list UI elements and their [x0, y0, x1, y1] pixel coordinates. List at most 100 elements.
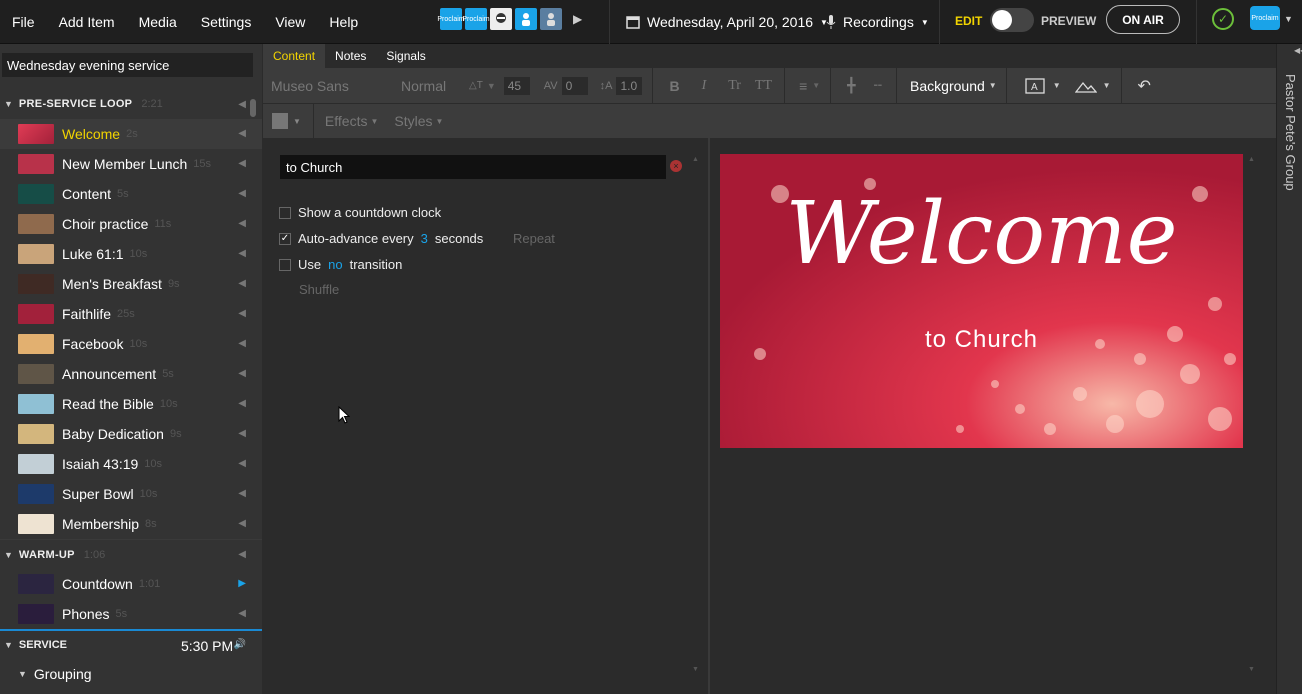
color-swatch[interactable] — [272, 113, 288, 129]
italic-button[interactable]: I — [702, 78, 707, 94]
speaker-icon[interactable]: ◀ — [238, 308, 246, 319]
transition-type-link[interactable]: no — [328, 257, 342, 272]
speaker-icon[interactable]: ◀ — [238, 458, 246, 469]
menu-add-item[interactable]: Add Item — [47, 0, 127, 44]
slide-item[interactable]: Faithlife 25s ◀ — [0, 299, 262, 329]
menu-media[interactable]: Media — [127, 0, 189, 44]
slide-item[interactable]: Announcement 5s ◀ — [0, 359, 262, 389]
menu-view[interactable]: View — [263, 0, 317, 44]
text-box-icon[interactable]: A — [1025, 77, 1045, 94]
proclaim-slide-icon[interactable]: Proclaim — [437, 8, 465, 30]
speaker-icon[interactable]: ◀ — [238, 608, 246, 619]
auto-advance-seconds-link[interactable]: 3 — [421, 231, 428, 246]
section-service[interactable]: ▼ SERVICE 5:30 PM 🔊 — [0, 629, 262, 659]
sidebar-scrollbar[interactable] — [250, 99, 256, 694]
scroll-up-icon[interactable]: ▲ — [692, 156, 699, 163]
section-pre-service-loop[interactable]: ▼ PRE-SERVICE LOOP 2:21 ◀ — [0, 89, 262, 119]
undo-icon[interactable]: ↶ — [1138, 76, 1151, 96]
background-menu[interactable]: Background — [910, 78, 985, 94]
effects-menu[interactable]: Effects — [325, 113, 368, 129]
group-rail[interactable]: ◀◀ Pastor Pete's Group — [1276, 44, 1302, 694]
slide-item[interactable]: Countdown 1:01 ▶ — [0, 569, 262, 599]
speaker-icon[interactable]: ◀ — [238, 218, 246, 229]
expand-arrow-icon[interactable]: ◀◀ — [1294, 46, 1302, 55]
bold-button[interactable]: B — [669, 78, 679, 94]
transition-option[interactable]: Use no transition — [279, 257, 402, 272]
scroll-down-icon[interactable]: ▼ — [692, 666, 699, 673]
collapse-triangle-icon[interactable]: ▼ — [4, 550, 13, 560]
grouping-row[interactable]: ▼ Grouping — [18, 662, 92, 686]
section-warm-up[interactable]: ▼ WARM-UP 1:06 ◀ — [0, 539, 262, 569]
speaker-icon[interactable]: ◀ — [238, 398, 246, 409]
play-active-icon[interactable]: ▶ — [238, 578, 246, 589]
photo-icon[interactable] — [490, 8, 512, 30]
speaker-icon[interactable]: ◀ — [238, 278, 246, 289]
align-horizontal-icon[interactable]: ╌ — [874, 77, 882, 94]
shuffle-toggle[interactable]: Shuffle — [299, 282, 339, 297]
tab-signals[interactable]: Signals — [376, 44, 435, 68]
on-air-button[interactable]: ON AIR — [1106, 5, 1180, 34]
account-menu[interactable]: Proclaim — [1250, 6, 1280, 30]
scroll-up-icon[interactable]: ▲ — [1248, 156, 1255, 163]
service-name-input[interactable] — [2, 53, 253, 77]
title-case-button[interactable]: Tr — [728, 78, 741, 94]
speaker-active-icon[interactable]: 🔊 — [234, 639, 246, 650]
font-size-input[interactable]: 45 — [503, 76, 530, 95]
recordings-menu[interactable]: Recordings ▼ — [826, 0, 929, 44]
collapse-triangle-icon[interactable]: ▼ — [18, 669, 27, 679]
slide-item[interactable]: Facebook 10s ◀ — [0, 329, 262, 359]
speaker-icon[interactable]: ◀ — [238, 99, 246, 110]
countdown-option[interactable]: Show a countdown clock — [279, 205, 441, 220]
line-height-input[interactable]: 1.0 — [616, 76, 643, 95]
tab-content[interactable]: Content — [263, 44, 326, 68]
slide-item[interactable]: Baby Dedication 9s ◀ — [0, 419, 262, 449]
speaker-icon[interactable]: ◀ — [238, 338, 246, 349]
repeat-toggle[interactable]: Repeat — [513, 231, 555, 246]
font-weight-select[interactable]: Normal — [401, 78, 469, 94]
letter-spacing-input[interactable]: 0 — [561, 76, 588, 95]
speaker-icon[interactable]: ◀ — [238, 158, 246, 169]
slide-item[interactable]: Super Bowl 10s ◀ — [0, 479, 262, 509]
person-icon[interactable] — [515, 8, 537, 30]
edit-preview-toggle[interactable] — [990, 8, 1034, 32]
styles-menu[interactable]: Styles — [394, 113, 432, 129]
slide-item[interactable]: New Member Lunch 15s ◀ — [0, 149, 262, 179]
slide-item[interactable]: Membership 8s ◀ — [0, 509, 262, 539]
scroll-down-icon[interactable]: ▼ — [1248, 666, 1255, 673]
chevron-down-icon[interactable]: ▼ — [1284, 14, 1293, 24]
person-grey-icon[interactable] — [540, 8, 562, 30]
menu-help[interactable]: Help — [317, 0, 370, 44]
slide-text-input[interactable] — [280, 155, 666, 179]
slide-item[interactable]: Luke 61:1 10s ◀ — [0, 239, 262, 269]
speaker-icon[interactable]: ◀ — [238, 488, 246, 499]
clear-icon[interactable]: × — [670, 160, 682, 172]
speaker-icon[interactable]: ◀ — [238, 428, 246, 439]
slide-item[interactable]: Read the Bible 10s ◀ — [0, 389, 262, 419]
date-picker[interactable]: Wednesday, April 20, 2016 ▼ — [626, 0, 828, 44]
menu-settings[interactable]: Settings — [189, 0, 264, 44]
play-icon[interactable]: ▶ — [573, 12, 582, 26]
auto-advance-checkbox[interactable]: ✓ — [279, 232, 291, 245]
edit-mode-label[interactable]: EDIT — [955, 14, 982, 28]
slide-item[interactable]: Choir practice 11s ◀ — [0, 209, 262, 239]
auto-advance-option[interactable]: ✓ Auto-advance every 3 seconds — [279, 231, 483, 246]
speaker-icon[interactable]: ◀ — [238, 368, 246, 379]
slide-item[interactable]: Welcome 2s ◀ — [0, 119, 262, 149]
align-vertical-icon[interactable]: ╋ — [847, 77, 855, 94]
speaker-icon[interactable]: ◀ — [238, 549, 246, 560]
transition-checkbox[interactable] — [279, 258, 291, 271]
menu-file[interactable]: File — [0, 0, 47, 44]
speaker-icon[interactable]: ◀ — [238, 248, 246, 259]
align-left-icon[interactable]: ≡ — [799, 78, 807, 94]
uppercase-button[interactable]: TT — [755, 78, 772, 94]
collapse-triangle-icon[interactable]: ▼ — [4, 99, 13, 109]
proclaim-text-icon[interactable]: Proclaim — [462, 8, 490, 30]
slide-item[interactable]: Men's Breakfast 9s ◀ — [0, 269, 262, 299]
image-mountain-icon[interactable] — [1074, 79, 1097, 93]
slide-item[interactable]: Content 5s ◀ — [0, 179, 262, 209]
speaker-icon[interactable]: ◀ — [238, 188, 246, 199]
sync-check-icon[interactable]: ✓ — [1212, 8, 1234, 30]
countdown-checkbox[interactable] — [279, 206, 291, 219]
preview-mode-label[interactable]: PREVIEW — [1041, 14, 1096, 28]
slide-item[interactable]: Isaiah 43:19 10s ◀ — [0, 449, 262, 479]
